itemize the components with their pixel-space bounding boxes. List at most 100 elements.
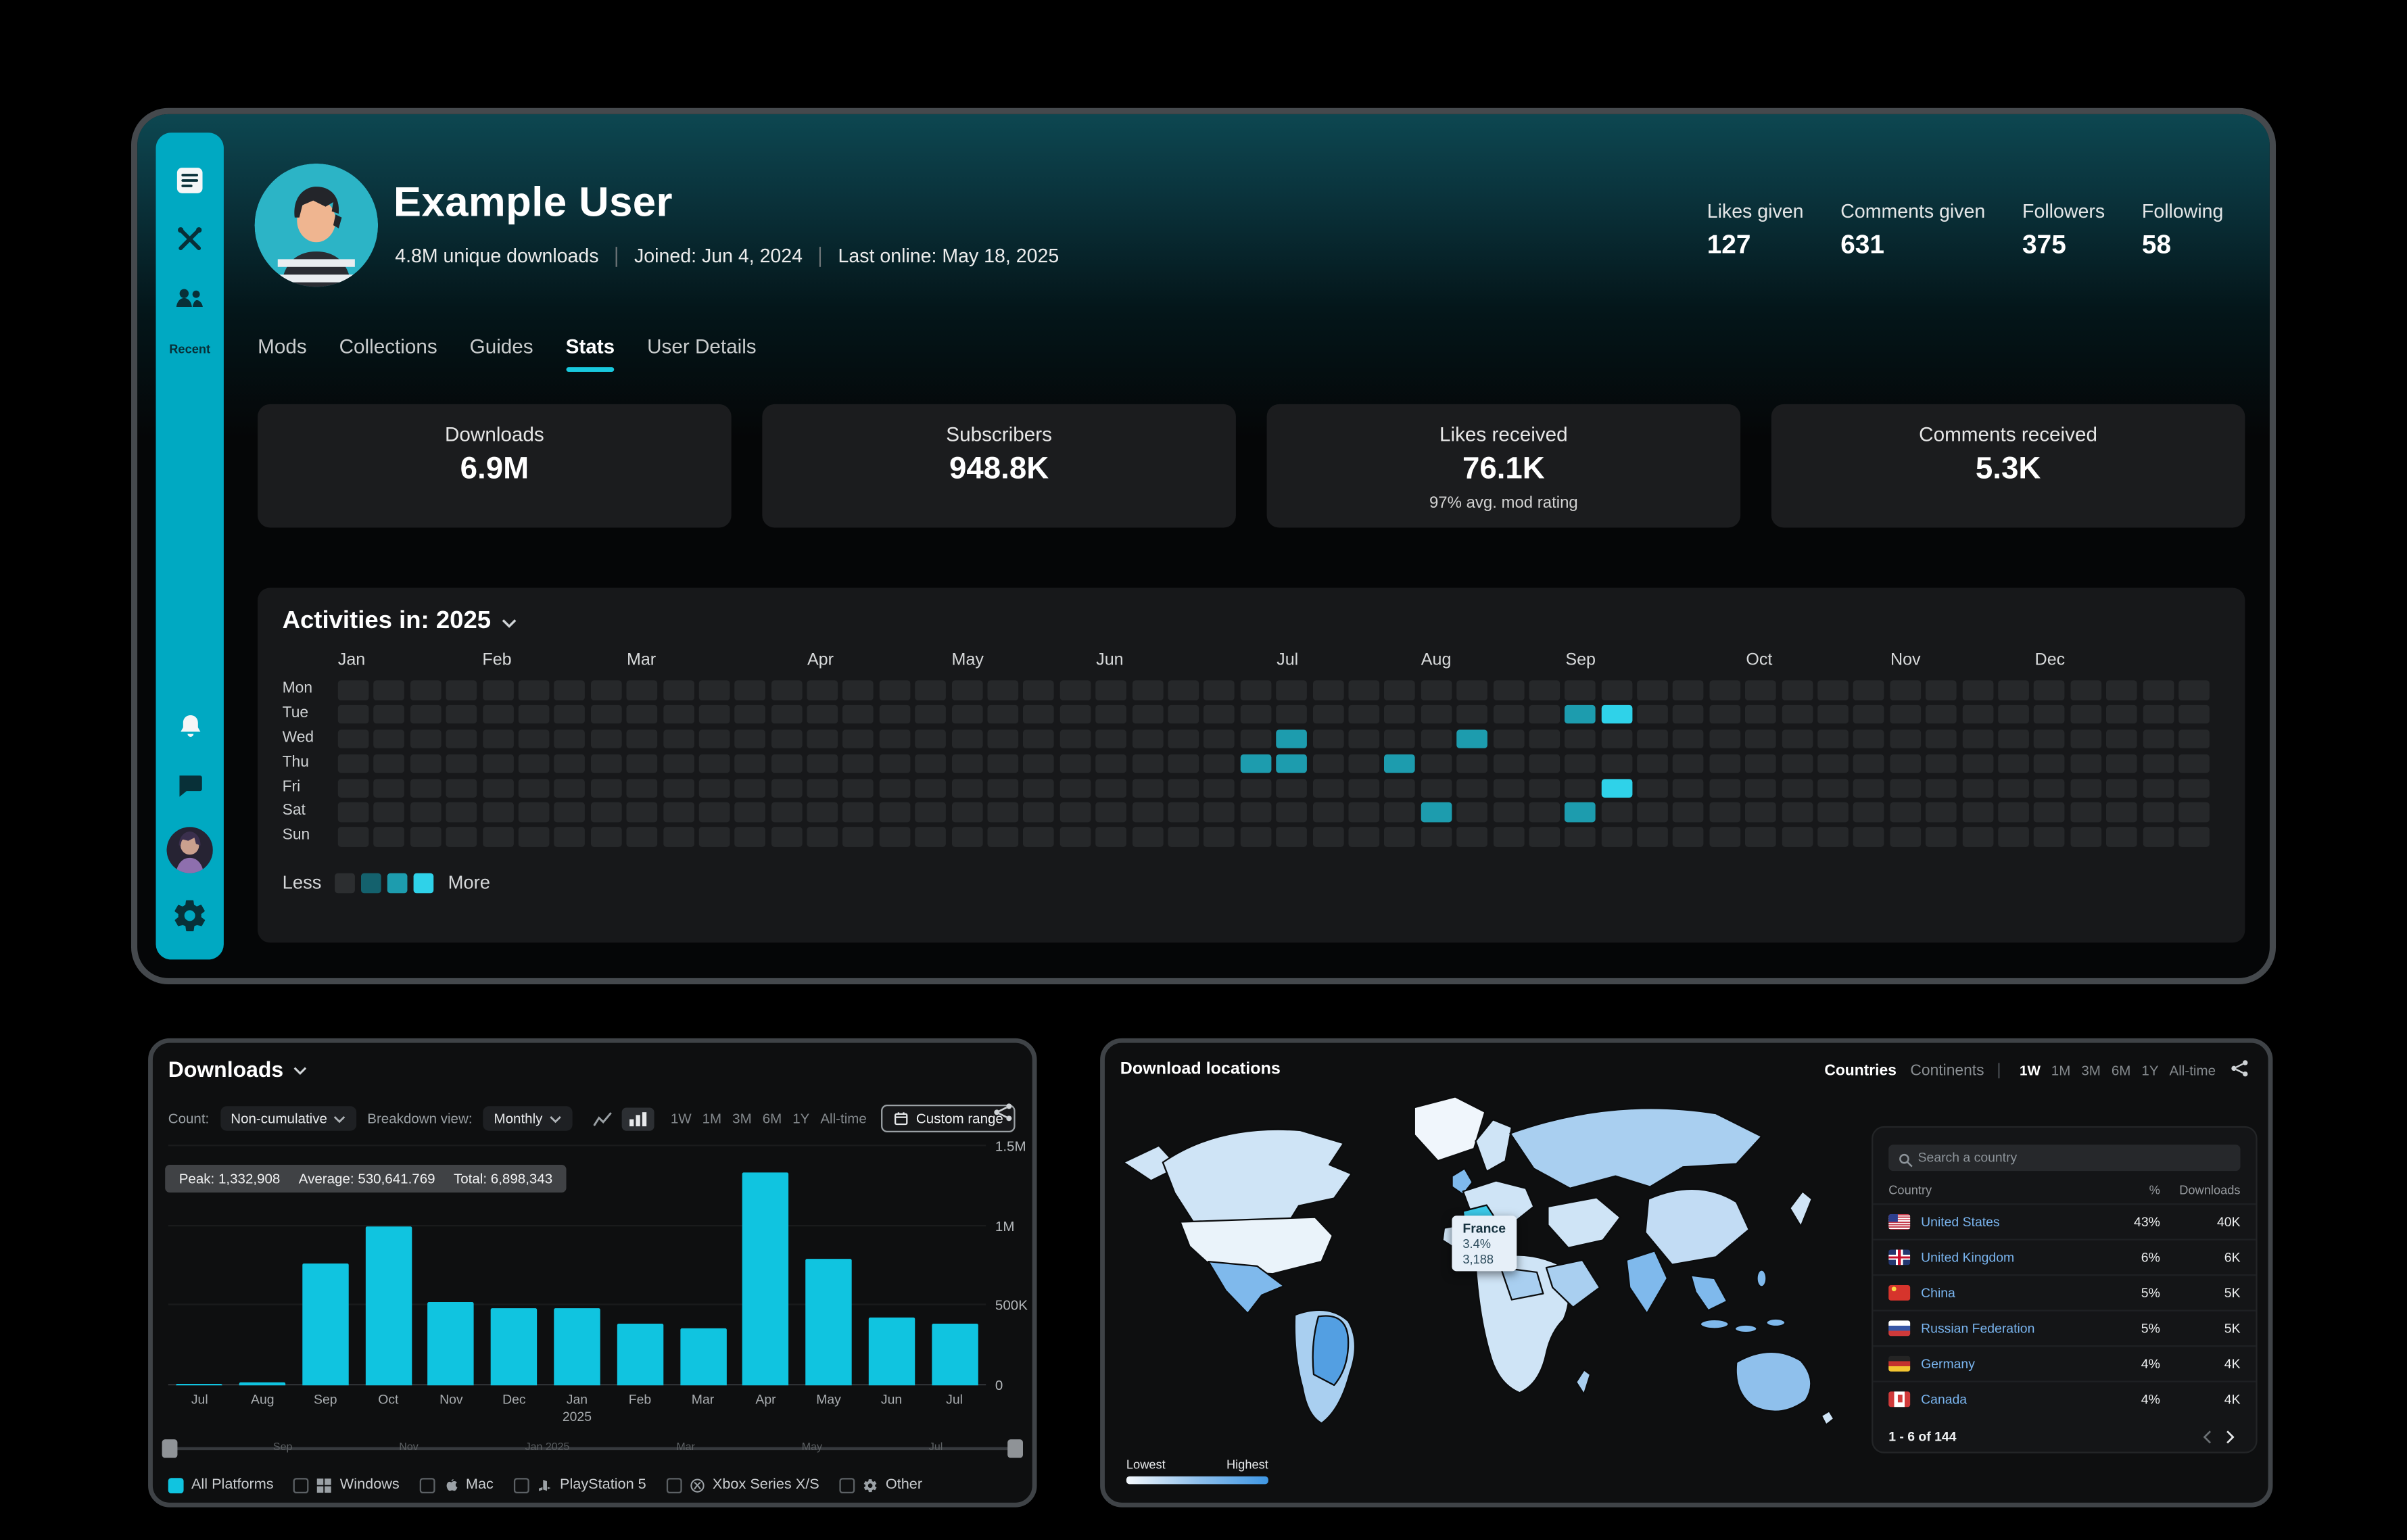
platform-filter-all-platforms[interactable]: All Platforms xyxy=(168,1476,274,1493)
heatmap-cell[interactable] xyxy=(1709,705,1740,725)
heatmap-cell[interactable] xyxy=(2143,827,2174,847)
country-link[interactable]: Russian Federation xyxy=(1921,1320,2101,1335)
heatmap-cell[interactable] xyxy=(2106,827,2137,847)
heatmap-cell[interactable] xyxy=(482,754,513,773)
heatmap-cell[interactable] xyxy=(1059,705,1091,725)
heatmap-cell[interactable] xyxy=(2070,803,2101,823)
heatmap-cell[interactable] xyxy=(988,705,1019,725)
heatmap-cell[interactable] xyxy=(1348,827,1379,847)
heatmap-cell[interactable] xyxy=(1348,803,1379,823)
heatmap-cell[interactable] xyxy=(2070,729,2101,749)
heatmap-cell[interactable] xyxy=(1926,680,1957,700)
heatmap-cell[interactable] xyxy=(1746,729,1777,749)
heatmap-cell[interactable] xyxy=(410,827,442,847)
heatmap-cell[interactable] xyxy=(1493,754,1524,773)
heatmap-cell[interactable] xyxy=(915,754,947,773)
heatmap-cell[interactable] xyxy=(988,680,1019,700)
heatmap-cell[interactable] xyxy=(951,827,982,847)
heatmap-cell[interactable] xyxy=(1637,729,1668,749)
heatmap-cell[interactable] xyxy=(1204,729,1235,749)
notifications-bell-icon[interactable] xyxy=(171,708,208,745)
heatmap-cell[interactable] xyxy=(843,729,874,749)
heatmap-cell[interactable] xyxy=(338,754,369,773)
scrubber-left-handle[interactable] xyxy=(162,1439,178,1458)
heatmap-cell[interactable] xyxy=(482,729,513,749)
range-1y[interactable]: 1Y xyxy=(2141,1063,2158,1078)
heatmap-cell[interactable] xyxy=(554,754,586,773)
heatmap-cell[interactable] xyxy=(879,778,910,798)
heatmap-cell[interactable] xyxy=(554,827,586,847)
heatmap-cell[interactable] xyxy=(519,729,550,749)
heatmap-cell[interactable] xyxy=(1926,803,1957,823)
heatmap-cell[interactable] xyxy=(554,705,586,725)
heatmap-cell[interactable] xyxy=(735,827,766,847)
heatmap-cell[interactable] xyxy=(1312,754,1343,773)
heatmap-cell[interactable] xyxy=(1059,729,1091,749)
heatmap-cell[interactable] xyxy=(1746,754,1777,773)
heatmap-cell[interactable] xyxy=(1240,803,1271,823)
heatmap-cell[interactable] xyxy=(1854,680,1885,700)
range-6m[interactable]: 6M xyxy=(763,1111,782,1126)
heatmap-cell[interactable] xyxy=(1854,803,1885,823)
heatmap-cell[interactable] xyxy=(1204,803,1235,823)
heatmap-cell[interactable] xyxy=(2143,680,2174,700)
heatmap-cell[interactable] xyxy=(1096,778,1127,798)
heatmap-cell[interactable] xyxy=(1240,680,1271,700)
heatmap-cell[interactable] xyxy=(1926,729,1957,749)
heatmap-cell[interactable] xyxy=(1709,680,1740,700)
heatmap-cell[interactable] xyxy=(1890,827,1921,847)
heatmap-cell[interactable] xyxy=(1637,680,1668,700)
heatmap-cell[interactable] xyxy=(554,778,586,798)
heatmap-cell[interactable] xyxy=(1348,778,1379,798)
heatmap-cell[interactable] xyxy=(1348,729,1379,749)
heatmap-cell[interactable] xyxy=(1854,729,1885,749)
heatmap-cell[interactable] xyxy=(1204,827,1235,847)
heatmap-cell[interactable] xyxy=(1709,827,1740,847)
heatmap-cell[interactable] xyxy=(1493,705,1524,725)
heatmap-cell[interactable] xyxy=(1962,827,1993,847)
country-row[interactable]: United States43%40K xyxy=(1873,1203,2256,1238)
heatmap-cell[interactable] xyxy=(1601,705,1632,725)
heatmap-cell[interactable] xyxy=(1132,827,1163,847)
country-search-input[interactable] xyxy=(1888,1144,2240,1170)
heatmap-cell[interactable] xyxy=(1926,778,1957,798)
heatmap-cell[interactable] xyxy=(663,705,694,725)
chart-bar-may-10[interactable] xyxy=(805,1259,851,1385)
heatmap-cell[interactable] xyxy=(1385,729,1416,749)
country-row[interactable]: Germany4%4K xyxy=(1873,1345,2256,1380)
view-tab-continents[interactable]: Continents xyxy=(1910,1062,1984,1079)
heatmap-cell[interactable] xyxy=(1024,754,1055,773)
heatmap-cell[interactable] xyxy=(1168,754,1199,773)
heatmap-cell[interactable] xyxy=(2070,680,2101,700)
heatmap-cell[interactable] xyxy=(1096,729,1127,749)
heatmap-cell[interactable] xyxy=(1457,754,1488,773)
heatmap-cell[interactable] xyxy=(1782,754,1813,773)
heatmap-cell[interactable] xyxy=(1817,705,1849,725)
heatmap-cell[interactable] xyxy=(2143,754,2174,773)
messages-chat-icon[interactable] xyxy=(171,767,208,804)
heatmap-cell[interactable] xyxy=(1998,705,2029,725)
heatmap-cell[interactable] xyxy=(1709,778,1740,798)
heatmap-cell[interactable] xyxy=(1096,705,1127,725)
heatmap-cell[interactable] xyxy=(1890,705,1921,725)
heatmap-cell[interactable] xyxy=(338,778,369,798)
country-link[interactable]: United States xyxy=(1921,1213,2101,1229)
heatmap-cell[interactable] xyxy=(1637,754,1668,773)
heatmap-cell[interactable] xyxy=(374,754,405,773)
heatmap-cell[interactable] xyxy=(554,680,586,700)
heatmap-cell[interactable] xyxy=(2034,729,2066,749)
heatmap-cell[interactable] xyxy=(663,729,694,749)
heatmap-cell[interactable] xyxy=(519,827,550,847)
heatmap-cell[interactable] xyxy=(374,705,405,725)
heatmap-cell[interactable] xyxy=(1637,803,1668,823)
heatmap-cell[interactable] xyxy=(1782,778,1813,798)
range-3m[interactable]: 3M xyxy=(732,1111,752,1126)
range-1y[interactable]: 1Y xyxy=(792,1111,809,1126)
heatmap-cell[interactable] xyxy=(879,827,910,847)
heatmap-cell[interactable] xyxy=(1312,705,1343,725)
heatmap-cell[interactable] xyxy=(915,803,947,823)
heatmap-cell[interactable] xyxy=(879,680,910,700)
heatmap-cell[interactable] xyxy=(590,778,621,798)
range-1w[interactable]: 1W xyxy=(671,1111,692,1126)
heatmap-cell[interactable] xyxy=(1673,803,1705,823)
